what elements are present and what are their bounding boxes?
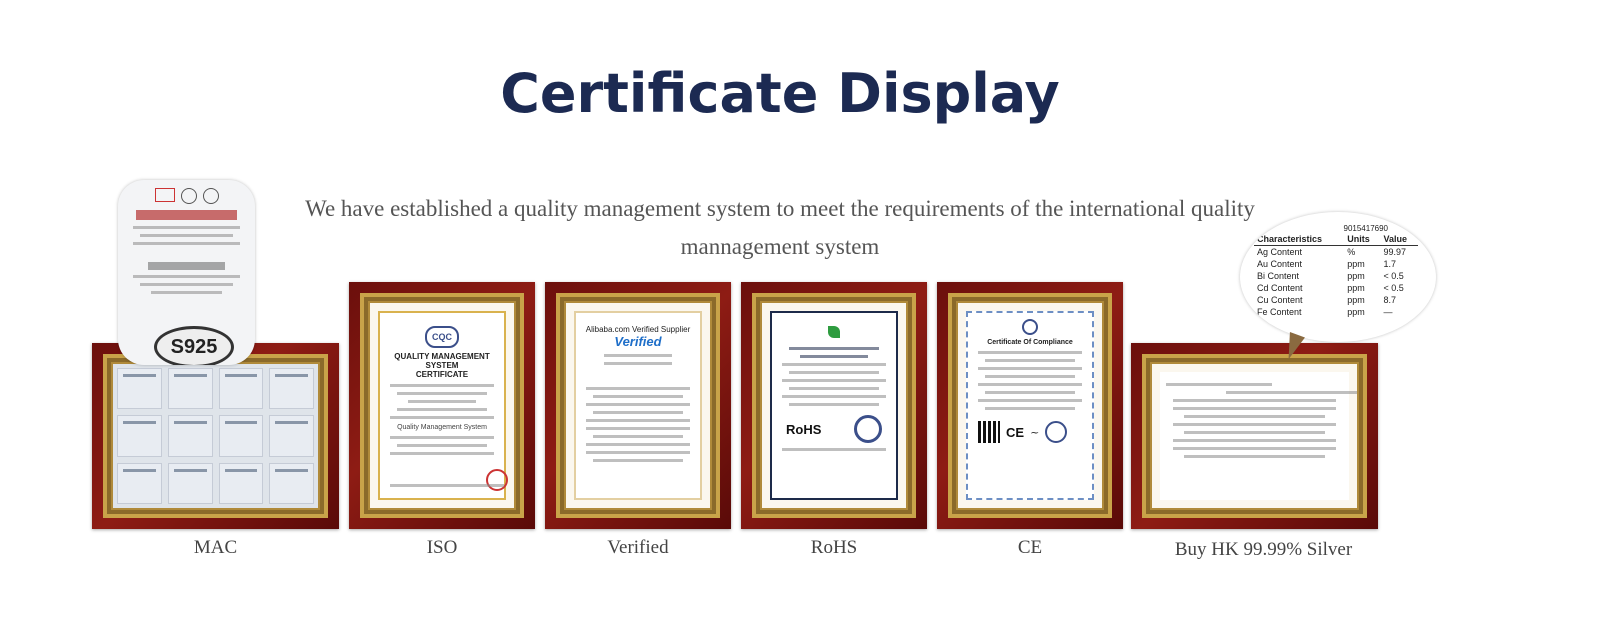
certificate-frame-silver[interactable] xyxy=(1131,343,1378,529)
iso-certificate-document: CQC QUALITY MANAGEMENT SYSTEM CERTIFICAT… xyxy=(378,311,508,500)
certificate-caption-rohs: RoHS xyxy=(810,537,858,558)
rohs-certificate-document: RoHS xyxy=(770,311,898,500)
iso-certificate-subheading: CERTIFICATE xyxy=(415,370,469,379)
ce-certificate-document: Certificate Of Compliance CE ~ xyxy=(966,311,1094,500)
certifier-logo-icon xyxy=(1022,319,1038,335)
rohs-seal-icon xyxy=(854,415,882,443)
cqc-logo-icon: CQC xyxy=(425,326,459,348)
verified-certificate-document: Alibaba.com Verified Supplier Verified xyxy=(574,311,702,500)
silver-content-table: Characteristics Units Value Ag Content% 9… xyxy=(1254,233,1418,318)
red-seal-icon xyxy=(486,469,508,491)
silver-report-zoom-bubble: 9015417690 Characteristics Units Value A… xyxy=(1240,212,1436,342)
signature-icon: ~ xyxy=(1030,425,1040,439)
silver-report-document xyxy=(1160,372,1357,500)
page-subtitle: We have established a quality management… xyxy=(305,196,1255,259)
iso-certificate-footer: Quality Management System xyxy=(397,424,487,431)
certificate-caption-verified: Verified xyxy=(607,537,669,558)
certificate-caption-mac: MAC xyxy=(193,537,238,558)
page-title: Certificate Display xyxy=(500,62,1060,125)
ce-mark: CE xyxy=(1006,424,1025,440)
rohs-mark: RoHS xyxy=(786,421,822,437)
s925-stamp: S925 xyxy=(154,326,234,365)
certificate-caption-iso: ISO xyxy=(426,537,458,558)
certificate-thumbnails xyxy=(117,368,314,504)
report-number: 9015417690 xyxy=(1343,224,1389,233)
certificate-frame-iso[interactable]: CQC QUALITY MANAGEMENT SYSTEM CERTIFICAT… xyxy=(349,282,535,529)
certificate-caption-silver: Buy HK 99.99% Silver xyxy=(1174,539,1353,560)
verified-certificate-heading: Alibaba.com Verified Supplier xyxy=(585,325,691,334)
certificate-frame-ce[interactable]: Certificate Of Compliance CE ~ xyxy=(937,282,1123,529)
certificate-frame-rohs[interactable]: RoHS xyxy=(741,282,927,529)
ce-certificate-heading: Certificate Of Compliance xyxy=(987,339,1073,346)
certificate-frame-mac[interactable] xyxy=(92,343,339,529)
mac-certificate-zoom-bubble: S925 xyxy=(118,180,255,365)
certificate-frame-verified[interactable]: Alibaba.com Verified Supplier Verified xyxy=(545,282,731,529)
verified-badge: Verified xyxy=(614,334,662,349)
certificate-caption-ce: CE xyxy=(1017,537,1043,558)
iso-certificate-heading: QUALITY MANAGEMENT SYSTEM xyxy=(394,352,490,370)
qr-code-icon xyxy=(978,421,1000,443)
leaf-logo-icon xyxy=(828,326,840,338)
certifier-seal-icon xyxy=(1045,421,1068,443)
